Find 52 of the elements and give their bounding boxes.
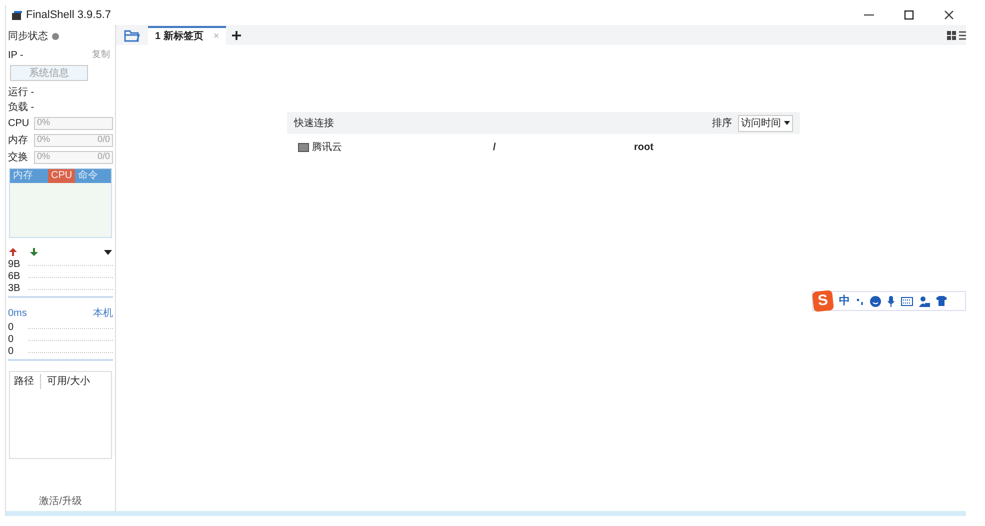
ime-mode-toggle[interactable]: 中 xyxy=(839,292,850,310)
axis-label: 0 xyxy=(8,346,15,357)
quick-connect-title: 快速连接 xyxy=(294,116,334,130)
connection-user: root xyxy=(634,140,654,154)
download-arrow-icon xyxy=(30,248,38,256)
meter-total: 0/0 xyxy=(97,133,110,146)
axis-label: 9B xyxy=(8,259,22,270)
sort-label: 排序 xyxy=(712,116,732,130)
folder-icon[interactable] xyxy=(124,30,140,42)
user-icon[interactable] xyxy=(919,296,930,306)
meter-total: 0/0 xyxy=(97,150,110,164)
axis-label: 3B xyxy=(8,283,22,294)
app-icon xyxy=(12,10,22,20)
terminal-icon xyxy=(298,142,309,152)
axis-label: 0 xyxy=(8,334,15,345)
meter-label: CPU xyxy=(8,116,30,130)
ip-label: IP - xyxy=(8,49,24,62)
ime-logo: S xyxy=(812,290,834,312)
column-header[interactable]: 可用/大小 xyxy=(41,374,90,388)
meter-value: 0% xyxy=(37,150,50,164)
meter-value: 0% xyxy=(37,133,50,146)
shirt-icon[interactable] xyxy=(936,296,947,306)
caret-icon xyxy=(784,121,790,125)
connection-name[interactable]: 腾讯云 xyxy=(312,140,493,154)
dropdown-icon[interactable] xyxy=(104,250,112,254)
load-label: 负载 - xyxy=(8,100,36,114)
close-icon[interactable] xyxy=(944,10,954,20)
ping-target-label: 本机 xyxy=(93,306,113,321)
maximize-icon[interactable] xyxy=(904,10,914,20)
punctuation-icon[interactable] xyxy=(856,296,864,306)
sync-status-label: 同步状态 xyxy=(8,30,48,44)
ping-label: 0ms xyxy=(8,307,27,321)
window-title: FinalShell 3.9.5.7 xyxy=(26,8,111,23)
meter-label: 内存 xyxy=(8,134,29,148)
emoji-icon[interactable] xyxy=(870,296,881,306)
add-tab-icon[interactable] xyxy=(232,31,242,40)
connection-path: / xyxy=(493,140,497,154)
tab[interactable]: 1 新标签页 × xyxy=(148,26,226,45)
axis-label: 6B xyxy=(8,271,22,282)
upload-arrow-icon xyxy=(9,248,17,256)
axis-label: 0 xyxy=(8,322,15,333)
grid-view-icon[interactable] xyxy=(947,31,957,40)
list-view-icon[interactable] xyxy=(959,31,966,40)
meter-label: 交换 xyxy=(8,150,29,164)
activate-link[interactable]: 激活/升级 xyxy=(39,494,82,509)
sort-dropdown[interactable]: 访问时间 xyxy=(738,114,793,132)
tab-label: 1 新标签页 xyxy=(155,29,204,44)
column-header[interactable]: 路径 xyxy=(14,374,41,388)
uptime-label: 运行 - xyxy=(8,86,36,99)
keyboard-icon[interactable] xyxy=(901,296,913,306)
microphone-icon[interactable] xyxy=(887,296,895,306)
meter-value: 0% xyxy=(37,116,50,130)
